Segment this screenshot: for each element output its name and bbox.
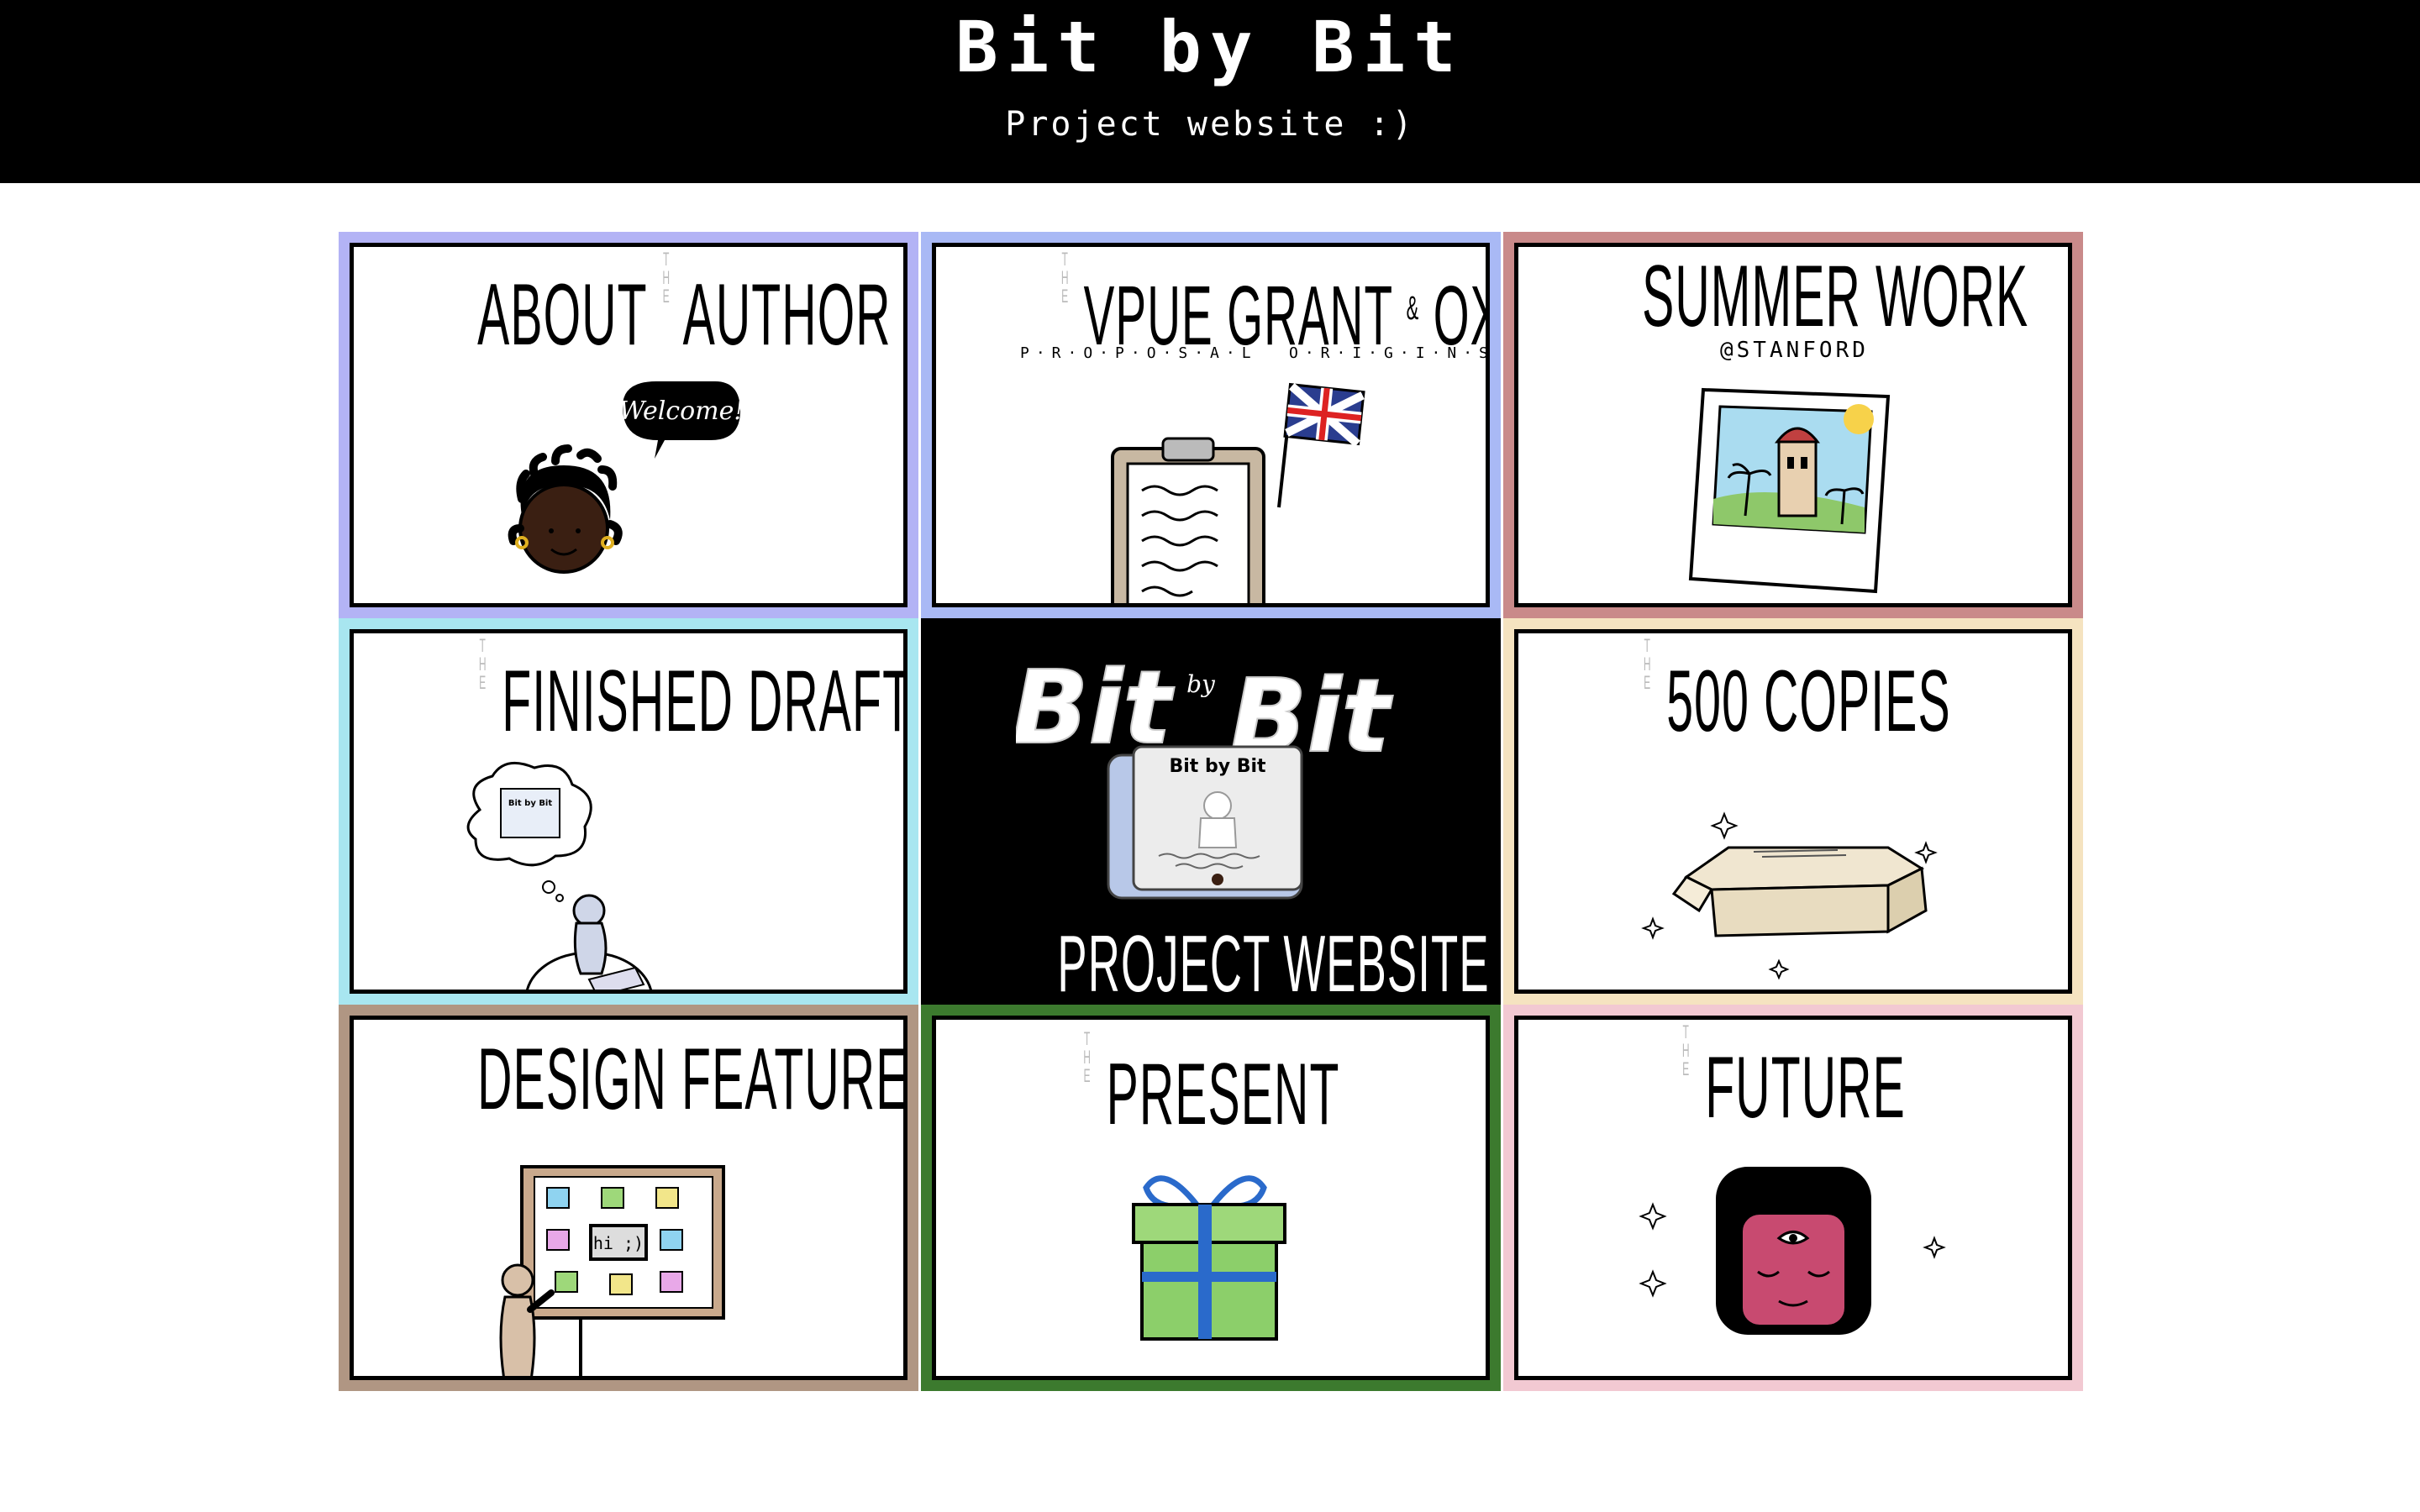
proposal-subtitle: P·R·O·P·O·S·A·L [1020, 344, 1258, 362]
tile-the-future[interactable]: THE FUTURE [1503, 1005, 2083, 1391]
tile-project-website-card: Bit by Bit Bit by Bit PROJECT WEBSITE [932, 629, 1490, 994]
draft-book-title: Bit by Bit [508, 799, 553, 808]
tile-project-website[interactable]: Bit by Bit Bit by Bit PROJECT WEBSITE [921, 618, 1501, 1005]
thinking-person-illustration: Bit by Bit [466, 761, 653, 990]
tile-title: THE FINISHED DRAFT [478, 635, 908, 751]
the-label: THE [1643, 635, 1651, 693]
author-illustration: Welcome! [508, 381, 744, 574]
future-face-illustration [1639, 1167, 1946, 1335]
stanford-subtitle: @STANFORD [1720, 338, 1869, 363]
tile-500-copies-card: THE 500 COPIES [1514, 629, 2072, 994]
tile-design-features-card: DESIGN FEATURES hi ;) [350, 1016, 908, 1380]
gift-illustration [1132, 1175, 1286, 1341]
svg-text:by: by [1186, 670, 1216, 698]
tile-title: DESIGN FEATURES [477, 1031, 908, 1128]
tile-title: ABOUT THE AUTHOR [477, 249, 892, 365]
hi-note: hi ;) [593, 1233, 644, 1253]
tile-the-future-card: THE FUTURE [1514, 1016, 2072, 1380]
tile-finished-draft-card: THE FINISHED DRAFT Bit by Bit [350, 629, 908, 994]
the-label: THE [1681, 1021, 1690, 1079]
polaroid-tower-illustration [1688, 387, 1891, 594]
the-label: THE [478, 635, 487, 693]
book-illustration: Bit by Bit [1107, 745, 1303, 900]
box-illustration [1641, 811, 1938, 980]
site-subtitle: Project website :) [1005, 105, 1415, 144]
tile-grid: ABOUT THE AUTHOR Welcome! THE VPUE GRANT [339, 232, 2083, 1391]
tile-finished-draft[interactable]: THE FINISHED DRAFT Bit by Bit [339, 618, 918, 1005]
tile-design-features[interactable]: DESIGN FEATURES hi ;) [339, 1005, 918, 1391]
tile-the-present-card: THE PRESENT [932, 1016, 1490, 1380]
tile-title: THE 500 COPIES [1643, 635, 1951, 751]
sticky-board-illustration: hi ;) [499, 1165, 725, 1376]
tile-summer-work-card: SUMMER WORK @STANFORD [1514, 243, 2072, 607]
origins-subtitle: O·R·I·G·I·N·S [1289, 344, 1490, 362]
the-label: THE [1060, 249, 1069, 307]
the-label: THE [1083, 1028, 1091, 1086]
site-header: Bit by Bit Project website :) [0, 0, 2420, 183]
the-label: THE [662, 249, 671, 307]
tile-500-copies[interactable]: THE 500 COPIES [1503, 618, 2083, 1005]
tile-title: THE FUTURE [1681, 1021, 1906, 1137]
welcome-speech: Welcome! [619, 396, 744, 426]
site-title: Bit by Bit [955, 6, 1465, 88]
tile-title: THE PRESENT [1083, 1028, 1340, 1144]
project-website-label: PROJECT WEBSITE [1057, 919, 1490, 994]
tile-vpue-grant-oxford-card: THE VPUE GRANT & OXFORD P·R·O·P·O·S·A·L … [932, 243, 1490, 607]
tile-vpue-grant-oxford[interactable]: THE VPUE GRANT & OXFORD P·R·O·P·O·S·A·L … [921, 232, 1501, 618]
clipboard-flag-illustration [1111, 382, 1365, 603]
svg-text:Bit by Bit: Bit by Bit [1169, 756, 1266, 777]
tile-title: SUMMER WORK [1642, 248, 2029, 345]
tile-about-the-author-card: ABOUT THE AUTHOR Welcome! [350, 243, 908, 607]
tile-about-the-author[interactable]: ABOUT THE AUTHOR Welcome! [339, 232, 918, 618]
tile-the-present[interactable]: THE PRESENT [921, 1005, 1501, 1391]
tile-summer-work[interactable]: SUMMER WORK @STANFORD [1503, 232, 2083, 618]
